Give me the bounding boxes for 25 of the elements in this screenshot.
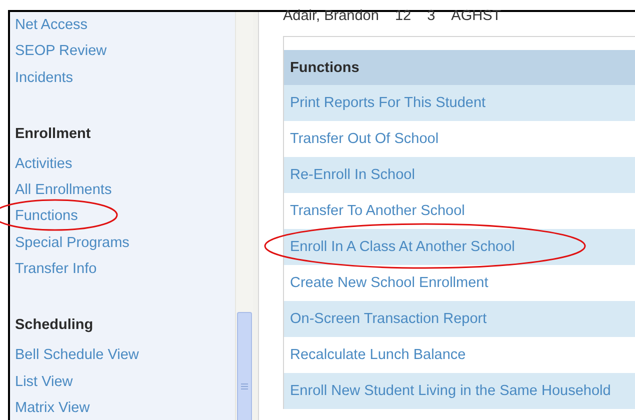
grip-icon [241, 383, 248, 390]
student-track: 3 [427, 8, 436, 22]
sidebar-link[interactable]: Special Programs [15, 230, 130, 256]
sidebar-link[interactable]: Activities [15, 150, 72, 178]
scrollbar[interactable] [235, 12, 253, 420]
function-link[interactable]: Recalculate Lunch Balance [290, 342, 466, 368]
section-heading: Enrollment [15, 124, 91, 144]
sidebar-link[interactable]: Matrix View [15, 394, 90, 420]
scrollbar-thumb[interactable] [237, 312, 252, 420]
sidebar-link[interactable]: Transfer Info [15, 256, 97, 282]
sidebar-link[interactable]: Functions [15, 203, 78, 230]
sidebar-link[interactable]: SEOP Review [15, 38, 107, 65]
sidebar-link[interactable]: Incidents [15, 64, 74, 91]
sidebar-link[interactable]: List View [15, 368, 73, 395]
section-heading: Scheduling [15, 316, 94, 336]
sidebar-link[interactable]: Bell Schedule View [15, 342, 139, 369]
function-link[interactable]: Create New School Enrollment [290, 270, 488, 296]
function-link[interactable]: Transfer To Another School [290, 198, 465, 224]
header-title: Functions [290, 60, 360, 76]
student-school: AGHST [451, 8, 502, 22]
function-link[interactable]: Transfer Out Of School [290, 126, 439, 152]
student-grade: 12 [394, 8, 412, 22]
sidebar-link[interactable]: Net Access [15, 12, 88, 38]
sidebar-link[interactable]: All Enrollments [15, 177, 112, 204]
student-name: Adair, Brandon [283, 8, 379, 22]
